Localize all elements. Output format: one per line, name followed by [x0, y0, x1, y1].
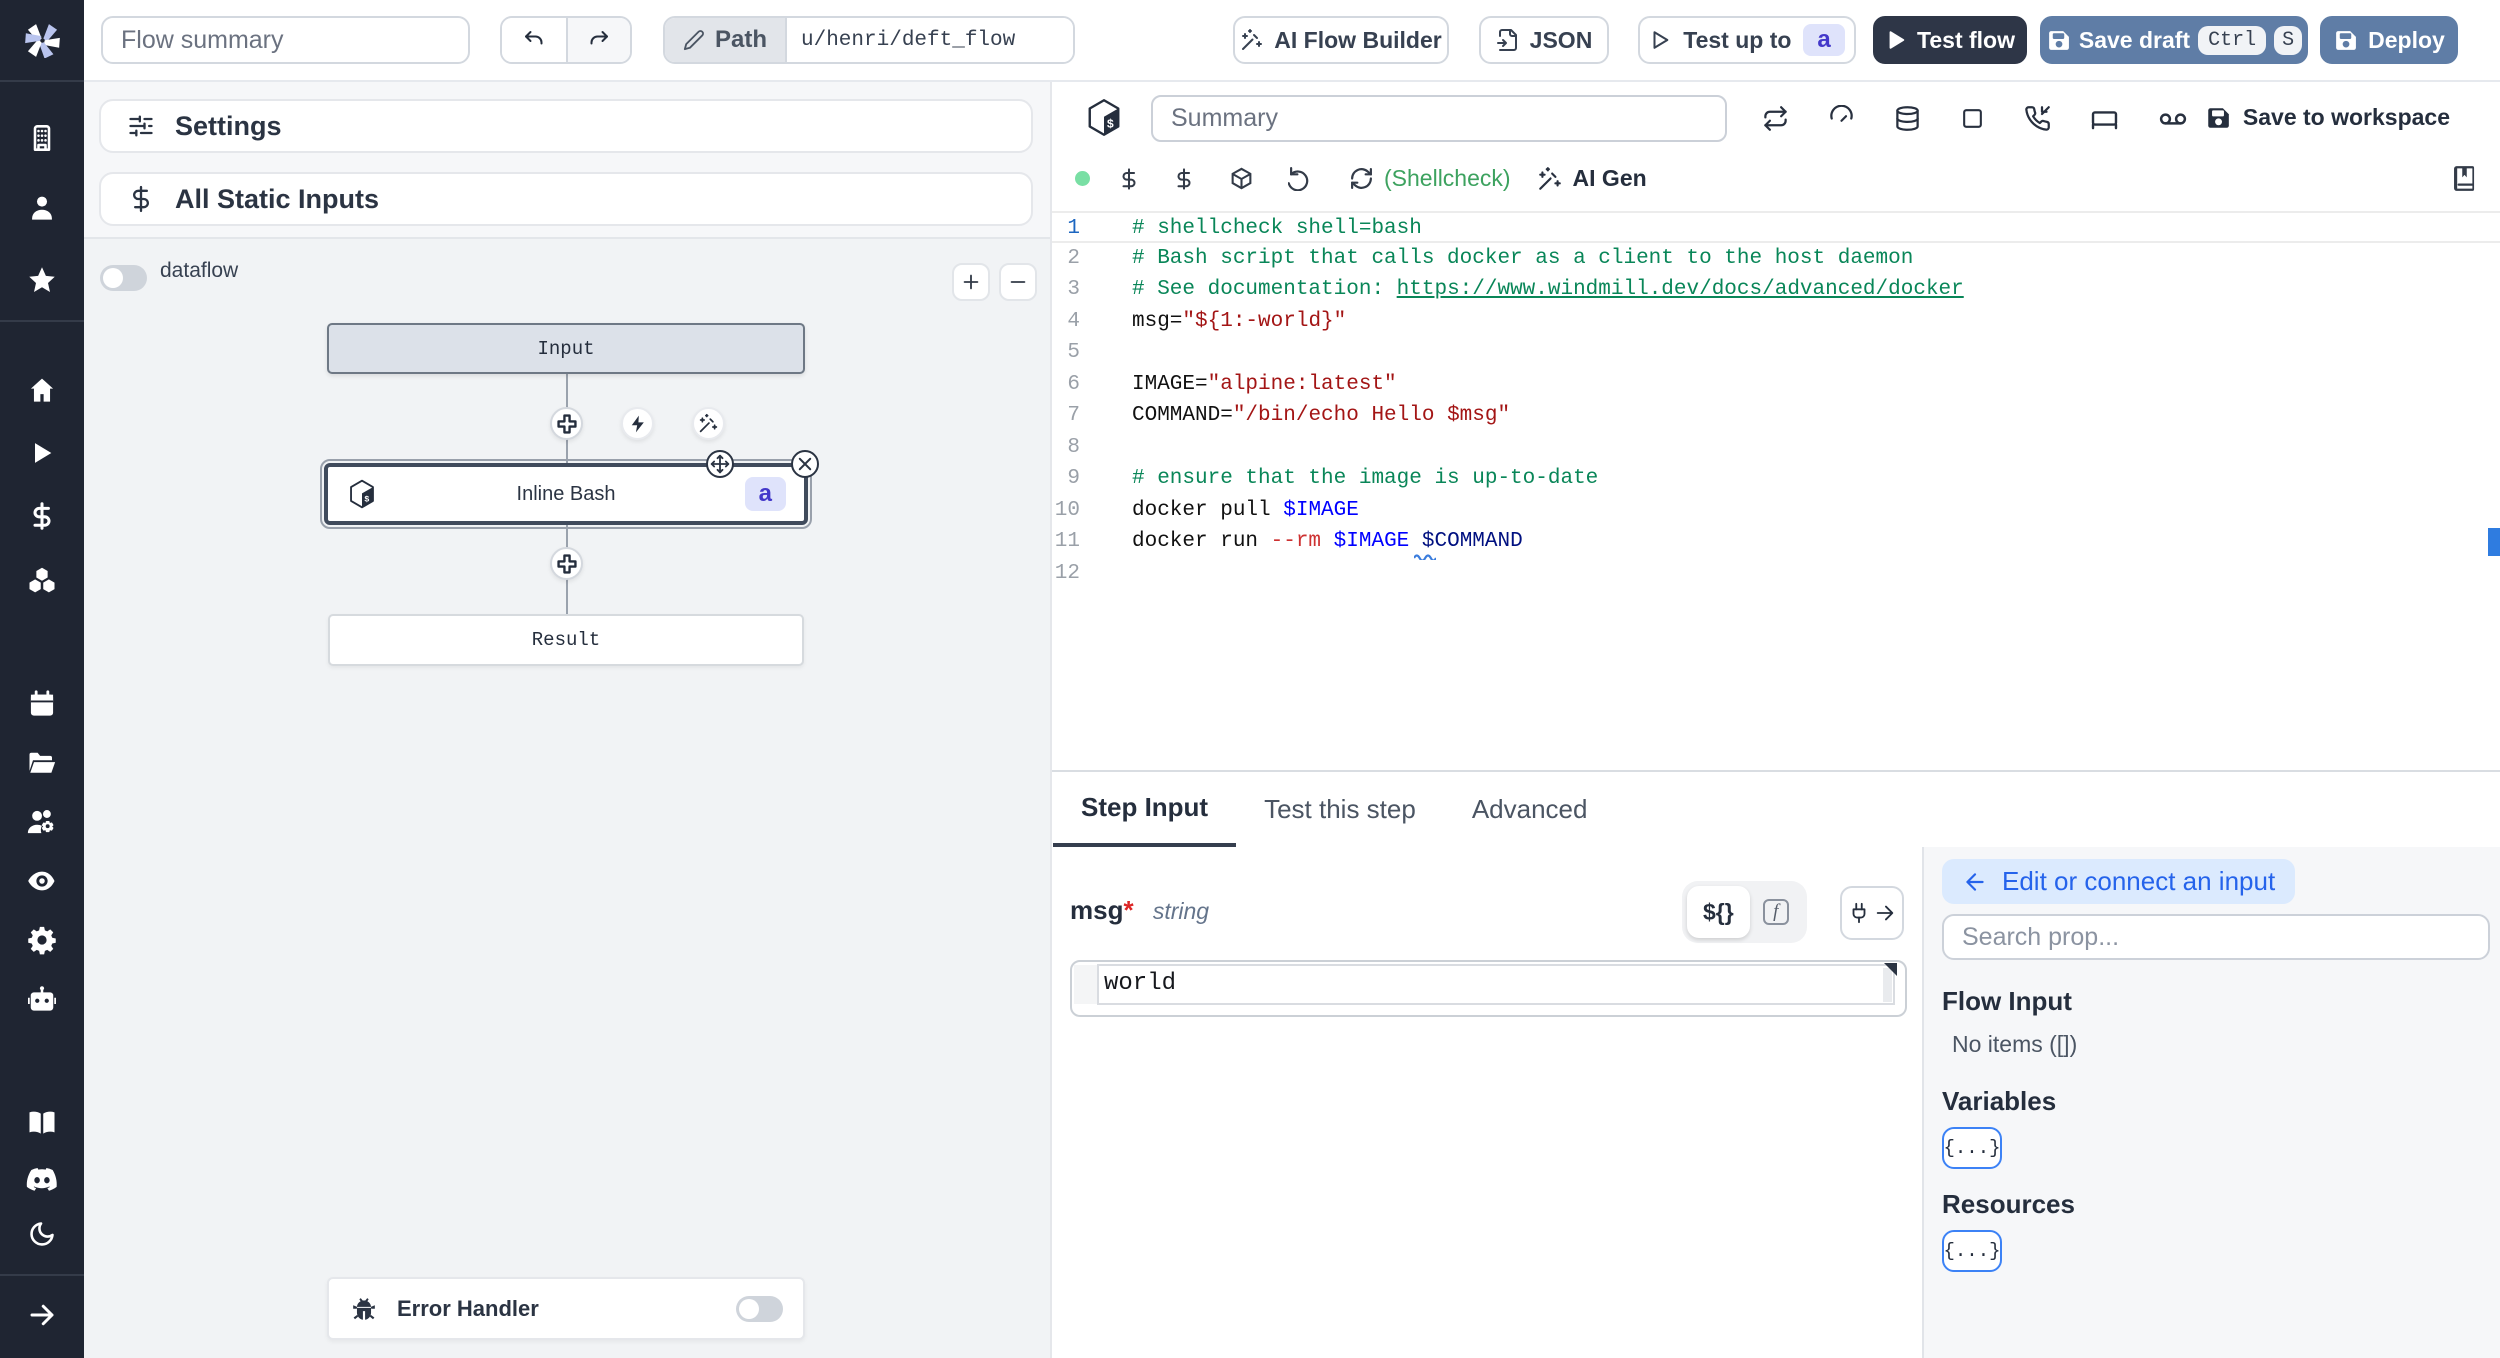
svg-text:$: $ [1107, 117, 1114, 131]
